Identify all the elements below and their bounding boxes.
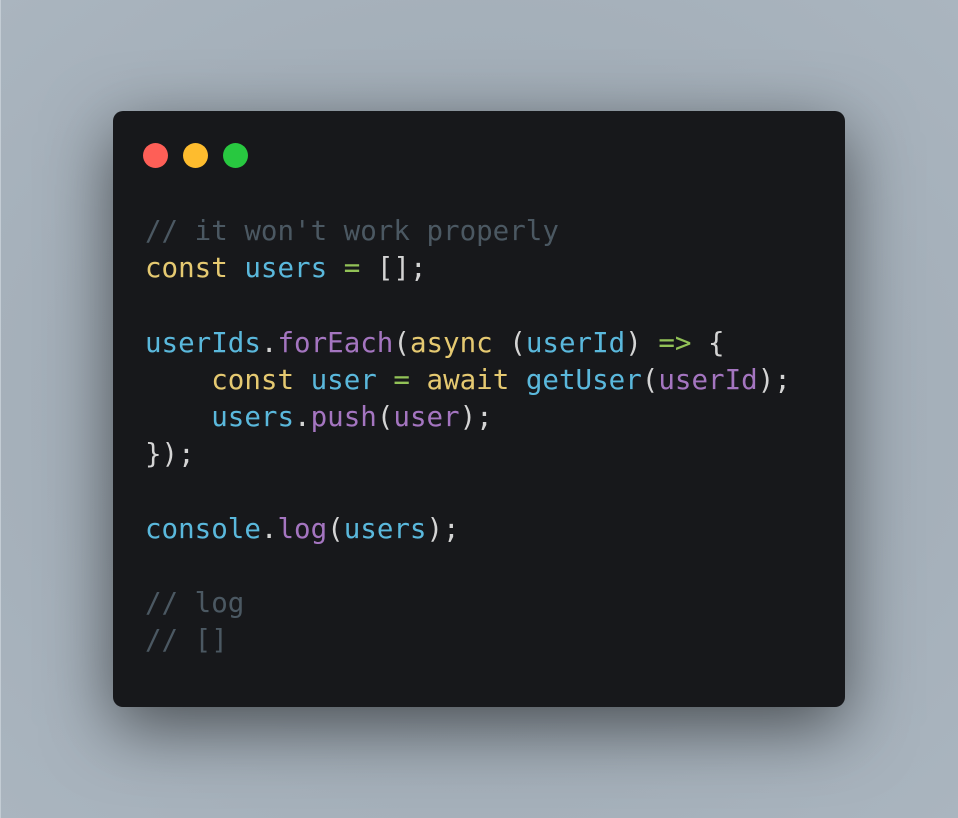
code-token: users	[211, 400, 295, 433]
code-token: )	[625, 326, 659, 359]
code-token: (	[393, 326, 410, 359]
code-line: console.log(users);	[145, 511, 791, 548]
code-token: // log	[145, 586, 245, 619]
code-token: .	[260, 326, 278, 359]
code-token: );	[757, 363, 791, 396]
code-token: =>	[658, 326, 692, 359]
code-token: const	[211, 363, 295, 396]
code-token: );	[426, 512, 460, 545]
code-token: forEach	[277, 326, 394, 359]
code-token: (	[376, 400, 394, 433]
code-token: );	[459, 400, 493, 433]
code-line: // []	[145, 622, 791, 659]
code-token: getUser	[525, 363, 642, 396]
code-token: (	[327, 512, 344, 545]
background-edge	[0, 0, 1, 818]
code-line: const users = [];	[145, 250, 791, 287]
code-token: });	[145, 438, 195, 471]
code-token: (	[492, 326, 526, 359]
code-token: // it won't work properly	[145, 215, 559, 247]
code-window: // it won't work properly const users = […	[113, 111, 845, 707]
code-token: {	[691, 326, 725, 359]
code-token: log	[277, 512, 328, 545]
code-token: .	[294, 400, 311, 433]
code-line: const user = await getUser(userId);	[145, 362, 791, 399]
window-controls	[143, 143, 248, 168]
code-token: await	[426, 363, 510, 396]
code-token: userId	[658, 363, 758, 396]
code-line: // log	[145, 585, 791, 622]
code-token: (	[641, 363, 659, 396]
code-token: [];	[360, 252, 427, 285]
code-token: users	[343, 512, 427, 545]
code-token: // []	[145, 624, 228, 657]
code-token: =	[393, 363, 410, 396]
code-block: // it won't work properly const users = […	[145, 213, 791, 659]
code-token: user	[310, 363, 377, 396]
code-token: user	[393, 400, 460, 433]
code-token: userId	[525, 326, 626, 359]
code-token: console	[145, 512, 261, 545]
maximize-dot-icon	[223, 143, 248, 168]
code-token: async	[409, 326, 493, 359]
minimize-dot-icon	[183, 143, 208, 168]
code-token: users	[244, 252, 328, 285]
close-dot-icon	[143, 143, 168, 168]
code-line: // it won't work properly	[145, 213, 791, 250]
code-token: push	[310, 400, 377, 433]
code-token: =	[343, 252, 361, 285]
code-token: const	[145, 252, 228, 285]
code-token: userIds	[145, 326, 261, 359]
code-token: .	[260, 512, 278, 545]
code-line: users.push(user);	[145, 399, 791, 436]
code-line: });	[145, 436, 791, 473]
code-line: userIds.forEach(async (userId) => {	[145, 325, 791, 362]
